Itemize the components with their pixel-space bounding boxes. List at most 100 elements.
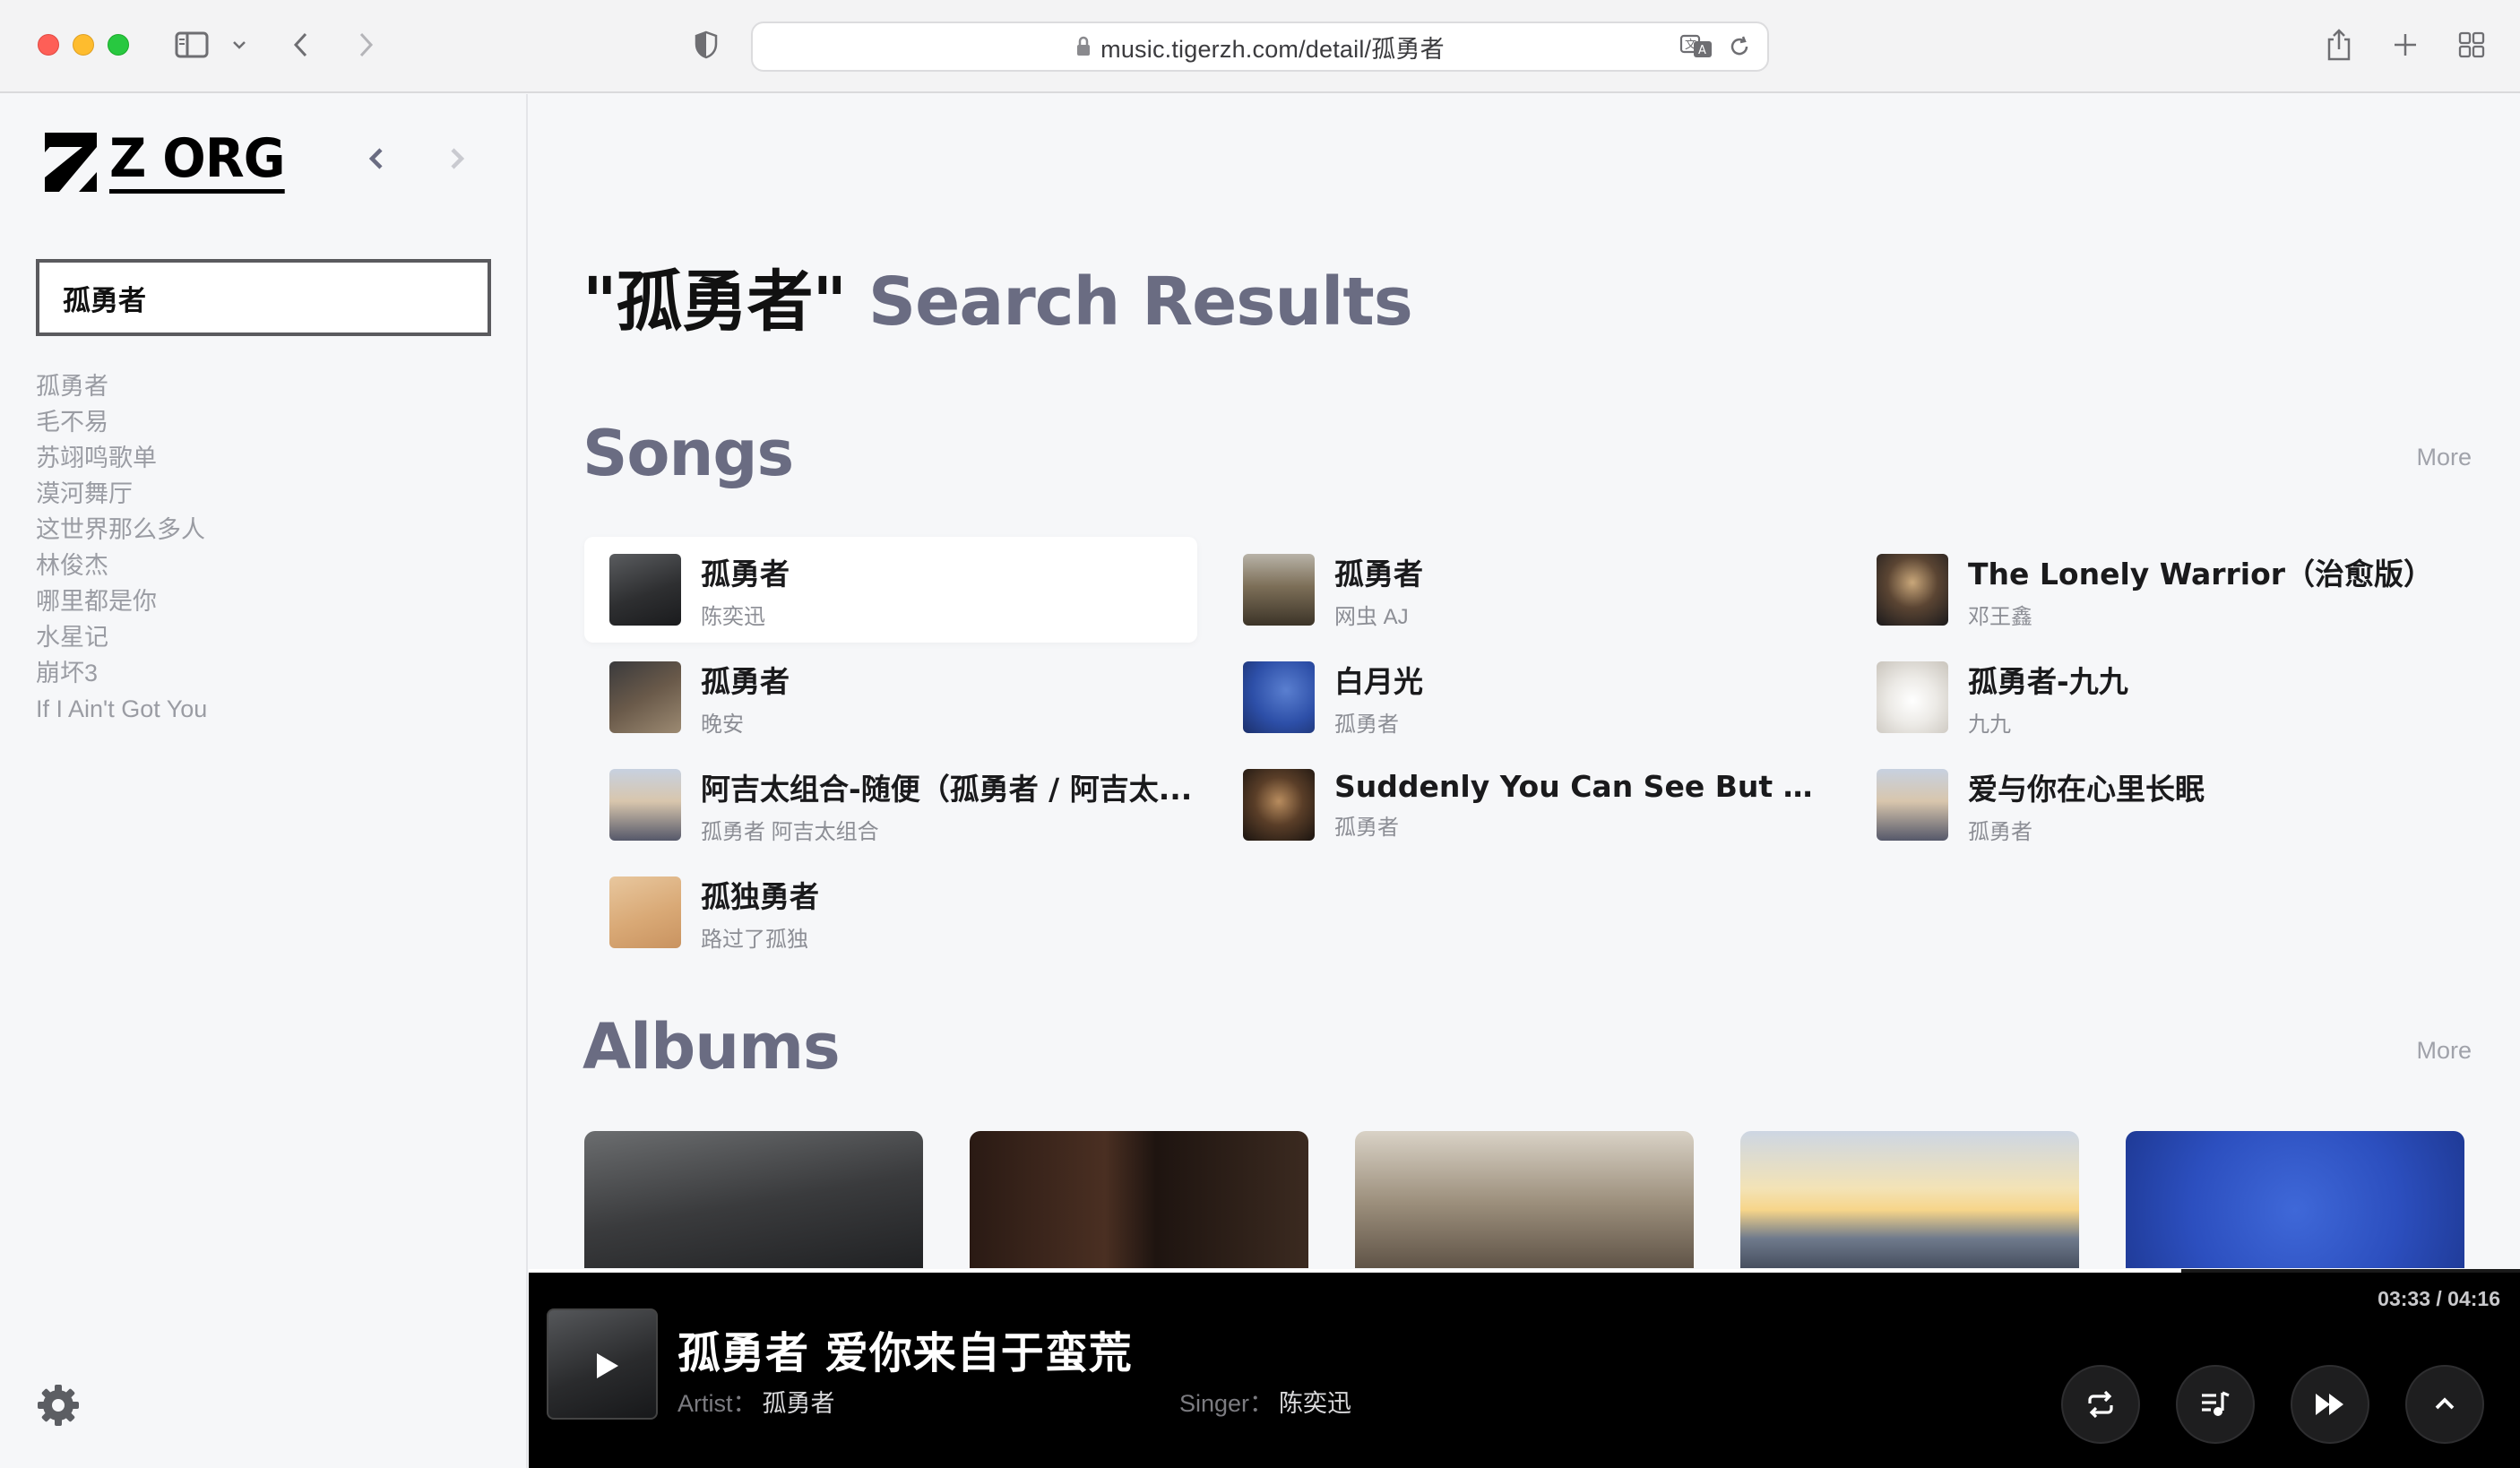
share-icon[interactable] bbox=[2323, 22, 2355, 68]
sidebar-toggle-icon[interactable] bbox=[172, 22, 211, 68]
search-query-text: "孤勇者" bbox=[583, 263, 847, 341]
song-item[interactable]: 孤勇者网虫 AJ bbox=[1218, 537, 1831, 643]
song-cover bbox=[1243, 554, 1315, 626]
singer-label: Singer： bbox=[1179, 1390, 1274, 1417]
minimize-window-button[interactable] bbox=[73, 34, 94, 56]
song-item[interactable]: 爱与你在心里长眠 孤勇者 bbox=[1851, 752, 2464, 858]
album-card[interactable] bbox=[584, 1131, 923, 1268]
chevron-down-icon[interactable] bbox=[226, 22, 253, 68]
songs-more-link[interactable]: More bbox=[2416, 444, 2472, 471]
song-title: Suddenly You Can See But You Can't... bbox=[1334, 769, 1831, 804]
search-box[interactable] bbox=[36, 259, 491, 336]
fast-forward-icon bbox=[2316, 1394, 2343, 1415]
logo-text: Z ORG bbox=[109, 130, 286, 194]
song-item[interactable]: 孤勇者 晚安 bbox=[584, 644, 1197, 750]
history-item[interactable]: 崩坏3 bbox=[36, 655, 207, 691]
song-artist: 孤勇者 阿吉太组合 bbox=[701, 819, 879, 844]
artist-label: Artist： bbox=[677, 1390, 757, 1417]
progress-fill bbox=[529, 1269, 2182, 1273]
search-results-label: Search Results bbox=[867, 263, 1413, 341]
album-card[interactable] bbox=[1740, 1131, 2079, 1268]
logo[interactable]: Z ORG bbox=[45, 130, 294, 194]
history-item[interactable]: 林俊杰 bbox=[36, 548, 207, 583]
history-item[interactable]: 毛不易 bbox=[36, 404, 207, 440]
song-title: 爱与你在心里长眠 bbox=[1968, 771, 2205, 807]
repeat-icon bbox=[2088, 1390, 2113, 1419]
page-title: "孤勇者" Search Results bbox=[583, 248, 1413, 344]
history-item[interactable]: If I Ain't Got You bbox=[36, 691, 207, 727]
history-item[interactable]: 哪里都是你 bbox=[36, 583, 207, 619]
chevron-up-icon bbox=[2435, 1397, 2455, 1410]
song-artist: 网虫 AJ bbox=[1334, 604, 1409, 629]
song-cover bbox=[1877, 769, 1948, 841]
song-item[interactable]: Suddenly You Can See But You Can't... 孤勇者 bbox=[1218, 752, 1831, 858]
song-title: 孤勇者-九九 bbox=[1968, 663, 2128, 699]
close-window-button[interactable] bbox=[38, 34, 59, 56]
history-item[interactable]: 孤勇者 bbox=[36, 368, 207, 404]
song-item[interactable]: 孤勇者-九九 九九 bbox=[1851, 644, 2464, 750]
shield-icon[interactable] bbox=[690, 22, 722, 68]
browser-back-icon[interactable] bbox=[285, 22, 317, 68]
song-title: 孤独勇者 bbox=[701, 878, 819, 914]
repeat-button[interactable] bbox=[2061, 1365, 2140, 1444]
song-cover bbox=[609, 661, 681, 733]
song-title: 孤勇者 bbox=[701, 663, 790, 699]
main-content: "孤勇者" Search Results Songs More 孤勇者 陈奕迅 孤… bbox=[529, 94, 2520, 1268]
song-artist: 晚安 bbox=[701, 712, 744, 737]
song-artist: 邓王鑫 bbox=[1968, 604, 2032, 629]
songs-section-title: Songs bbox=[583, 417, 794, 490]
song-cover bbox=[609, 769, 681, 841]
expand-player-button[interactable] bbox=[2405, 1365, 2484, 1444]
history-item[interactable]: 这世界那么多人 bbox=[36, 512, 207, 548]
search-history-list: 孤勇者 毛不易 苏翊鸣歌单 漠河舞厅 这世界那么多人 林俊杰 哪里都是你 水星记… bbox=[36, 368, 207, 727]
svg-text:A: A bbox=[1698, 44, 1706, 57]
tab-overview-icon[interactable] bbox=[2455, 22, 2488, 68]
song-artist: 陈奕迅 bbox=[701, 604, 765, 629]
reload-icon[interactable] bbox=[1728, 34, 1751, 64]
playback-time: 03:33 / 04:16 bbox=[2378, 1287, 2500, 1310]
song-item[interactable]: 白月光 孤勇者 bbox=[1218, 644, 1831, 750]
lock-icon bbox=[1077, 36, 1091, 56]
album-card[interactable] bbox=[970, 1131, 1308, 1268]
albums-section-title: Albums bbox=[583, 1010, 841, 1084]
nav-back-icon[interactable] bbox=[357, 139, 396, 178]
history-item[interactable]: 水星记 bbox=[36, 619, 207, 655]
player-bar: 孤勇者 爱你来自于蛮荒 Artist： 孤勇者 Singer： 陈奕迅 03:33 … bbox=[529, 1269, 2520, 1468]
song-cover bbox=[1877, 661, 1948, 733]
song-item[interactable]: 阿吉太组合-随便（孤勇者 / 阿吉太... 孤勇者 阿吉太组合 bbox=[584, 752, 1197, 858]
play-icon[interactable] bbox=[586, 1346, 626, 1386]
browser-toolbar: music.tigerzh.com/detail/孤勇者 文A bbox=[0, 0, 2520, 93]
song-title: 孤勇者 bbox=[701, 556, 790, 592]
new-tab-icon[interactable] bbox=[2389, 22, 2421, 68]
albums-more-link[interactable]: More bbox=[2416, 1037, 2472, 1065]
song-cover bbox=[1877, 554, 1948, 626]
next-button[interactable] bbox=[2291, 1365, 2369, 1444]
sidebar: Z ORG 孤勇者 毛不易 苏翊鸣歌单 漠河舞厅 这世界那么多人 林俊杰 哪里都… bbox=[0, 94, 528, 1468]
album-card[interactable] bbox=[1355, 1131, 1694, 1268]
song-item[interactable]: 孤独勇者 路过了孤独 bbox=[584, 859, 1197, 965]
playlist-button[interactable] bbox=[2176, 1365, 2255, 1444]
album-card[interactable] bbox=[2126, 1131, 2464, 1268]
address-bar[interactable]: music.tigerzh.com/detail/孤勇者 文A bbox=[751, 22, 1769, 72]
now-playing-cover[interactable] bbox=[547, 1308, 658, 1420]
logo-icon bbox=[45, 132, 97, 192]
song-artist: 孤勇者 bbox=[1334, 712, 1399, 737]
song-artist: 孤勇者 bbox=[1334, 816, 1399, 840]
url-text: music.tigerzh.com/detail/孤勇者 bbox=[1100, 35, 1445, 63]
song-item[interactable]: The Lonely Warrior（治愈版） 邓王鑫 bbox=[1851, 537, 2464, 643]
song-item[interactable]: 孤勇者 陈奕迅 bbox=[584, 537, 1197, 643]
song-title: 阿吉太组合-随便（孤勇者 / 阿吉太... bbox=[701, 771, 1193, 807]
nav-forward-icon[interactable] bbox=[437, 139, 477, 178]
search-input[interactable] bbox=[63, 281, 488, 314]
browser-forward-icon[interactable] bbox=[350, 22, 382, 68]
song-title: The Lonely Warrior（治愈版） bbox=[1968, 556, 2434, 592]
progress-bar[interactable] bbox=[529, 1269, 2520, 1273]
artist-value: 孤勇者 bbox=[762, 1390, 835, 1417]
song-title: 孤勇者 bbox=[1334, 556, 1423, 592]
zoom-window-button[interactable] bbox=[108, 34, 129, 56]
history-item[interactable]: 苏翊鸣歌单 bbox=[36, 440, 207, 476]
settings-gear-icon[interactable] bbox=[36, 1383, 81, 1428]
history-item[interactable]: 漠河舞厅 bbox=[36, 476, 207, 512]
translate-icon[interactable]: 文A bbox=[1679, 34, 1713, 64]
singer-value: 陈奕迅 bbox=[1279, 1390, 1352, 1417]
